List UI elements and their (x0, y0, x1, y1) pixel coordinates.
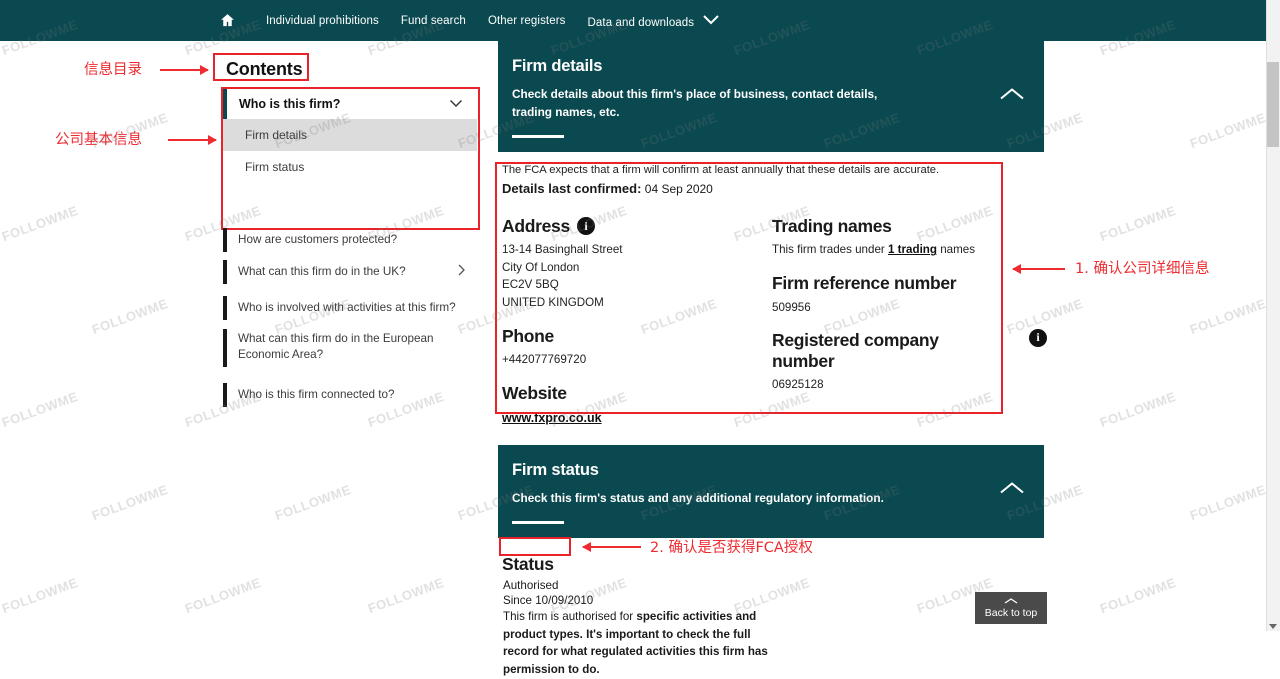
registered-company-number-value: 06925128 (772, 378, 824, 392)
address-label: Address i (502, 216, 772, 237)
status-label: Status (502, 554, 554, 575)
website-link[interactable]: www.fxpro.co.uk (502, 411, 602, 425)
sidebar-item-connected-firms[interactable]: Who is this firm connected to? (223, 383, 473, 407)
firm-status-title: Firm status (512, 460, 599, 479)
registered-company-number-label: Registered company number (772, 330, 939, 371)
address-line: EC2V 5BQ (502, 278, 559, 292)
nav-link-other-registers[interactable]: Other registers (488, 15, 566, 27)
firm-details-subtitle: Check details about this firm's place of… (512, 87, 878, 119)
website-label: Website (502, 382, 567, 403)
firm-details-right-column: Trading names This firm trades under 1 t… (772, 202, 1037, 428)
firm-reference-number-value: 509956 (772, 300, 811, 314)
last-confirmed-value: 04 Sep 2020 (644, 181, 713, 196)
annotation-arrow-contents (160, 65, 209, 75)
address-line: City Of London (502, 260, 580, 274)
firm-status-subtitle: Check this firm's status and any additio… (512, 490, 884, 505)
watermark-text: FOLLOWME (1097, 574, 1178, 617)
sidebar-item-label: What can this firm do in the UK? (238, 265, 406, 279)
sidebar-item-label: Who is this firm connected to? (238, 388, 395, 402)
toc-accordion-label: Who is this firm? (239, 97, 341, 111)
phone-label: Phone (502, 325, 554, 346)
annotation-arrow-status (582, 542, 641, 552)
firm-reference-number-label: Firm reference number (772, 272, 957, 293)
phone-value: +442077769720 (502, 353, 587, 367)
chevron-up-icon[interactable] (998, 481, 1026, 502)
nav-link-data-and-downloads[interactable]: Data and downloads (588, 13, 722, 29)
info-icon[interactable]: i (576, 216, 595, 235)
status-badge: Authorised (503, 579, 559, 593)
sidebar-item-uk-activities[interactable]: What can this firm do in the UK? (223, 260, 473, 284)
back-to-top-label: Back to top (984, 607, 1038, 619)
watermark-text: FOLLOWME (1187, 109, 1268, 152)
divider (512, 135, 564, 139)
address-value: 13-14 Basinghall Street City Of London E… (502, 241, 772, 311)
sidebar-item-firm-status[interactable]: Firm status (223, 151, 477, 183)
annotation-arrow-firm-details (1012, 264, 1065, 274)
main-content: Firm details Check details about this fi… (498, 41, 1058, 679)
page-title: Contents (226, 59, 303, 79)
address-label-text: Address (502, 215, 570, 236)
sidebar-item-label: Firm status (245, 160, 305, 174)
watermark-text: FOLLOWME (1187, 481, 1268, 524)
address-line: 13-14 Basinghall Street (502, 243, 623, 257)
watermark-text: FOLLOWME (1187, 295, 1268, 338)
trading-names-value: This firm trades under 1 trading names (772, 241, 1037, 259)
chevron-down-icon[interactable] (449, 97, 463, 111)
nav-link-fund-search[interactable]: Fund search (401, 15, 466, 27)
annotation-text-confirm-fca-authorisation: 2. 确认是否获得FCA授权 (650, 540, 813, 556)
last-confirmed-label: Details last confirmed: (502, 180, 642, 196)
chevron-down-icon[interactable] (701, 13, 721, 26)
firm-details-columns: Address i 13-14 Basinghall Street City O… (502, 202, 1058, 428)
firm-details-left-column: Address i 13-14 Basinghall Street City O… (502, 202, 772, 428)
watermark-text: FOLLOWME (1097, 388, 1178, 431)
sidebar-item-label: Firm details (245, 128, 308, 142)
annotation-arrow-firm-basic-info (168, 135, 217, 145)
sidebar-item-customer-protection[interactable]: How are customers protected? (223, 228, 473, 252)
trading-names-suffix: names (940, 243, 976, 257)
firm-details-title: Firm details (512, 57, 603, 75)
sidebar-item-label: How are customers protected? (238, 233, 398, 247)
sidebar-item-individuals[interactable]: Who is involved with activities at this … (223, 296, 473, 320)
firm-status-panel-header: Firm status Check this firm's status and… (498, 444, 1044, 539)
vertical-scrollbar-thumb[interactable] (1267, 62, 1279, 147)
toc-accordion-who-is-this-firm: Who is this firm? Firm details Firm stat… (223, 89, 477, 183)
back-to-top-button[interactable]: Back to top (975, 592, 1047, 624)
divider (512, 521, 564, 525)
nav-link-individual-prohibitions[interactable]: Individual prohibitions (266, 15, 379, 27)
watermark-text: FOLLOWME (1097, 202, 1178, 245)
toc-accordion-header[interactable]: Who is this firm? (223, 89, 477, 119)
annotation-text-confirm-firm-details: 1. 确认公司详细信息 (1075, 261, 1210, 277)
annotation-text-firm-basic-info: 公司基本信息 (55, 132, 142, 148)
sidebar-item-label: What can this firm do in the European Ec… (238, 332, 434, 361)
firm-details-panel-header: Firm details Check details about this fi… (498, 41, 1044, 153)
top-navigation-bar: Individual prohibitions Fund search Othe… (0, 0, 1270, 41)
nav-link-data-and-downloads-label: Data and downloads (587, 16, 695, 29)
address-line: UNITED KINGDOM (502, 296, 604, 310)
sidebar-item-label: Who is involved with activities at this … (238, 301, 456, 315)
chevron-up-icon[interactable] (998, 86, 1026, 107)
top-nav-links: Individual prohibitions Fund search Othe… (0, 0, 1270, 41)
sidebar-item-eea-activities[interactable]: What can this firm do in the European Ec… (223, 329, 473, 367)
info-icon[interactable]: i (1029, 328, 1047, 347)
annotation-text-contents: 信息目录 (84, 62, 142, 78)
firm-details-accuracy-note: The FCA expects that a firm will confirm… (502, 164, 940, 177)
firm-details-last-confirmed: Details last confirmed: 04 Sep 2020 (502, 181, 1058, 196)
status-description: This firm is authorised for specific act… (503, 608, 773, 678)
trading-names-prefix: This firm trades under (772, 243, 885, 257)
status-description-pre: This firm is authorised for (503, 610, 637, 624)
trading-names-link[interactable]: 1 trading (888, 243, 937, 256)
registered-company-number-info-icon-wrap: i (1029, 328, 1047, 347)
scroll-down-arrow-icon[interactable] (1268, 618, 1278, 629)
sidebar-item-firm-details[interactable]: Firm details (223, 119, 477, 151)
home-icon[interactable] (218, 12, 236, 30)
trading-names-label: Trading names (772, 215, 892, 236)
chevron-right-icon[interactable] (458, 264, 473, 280)
